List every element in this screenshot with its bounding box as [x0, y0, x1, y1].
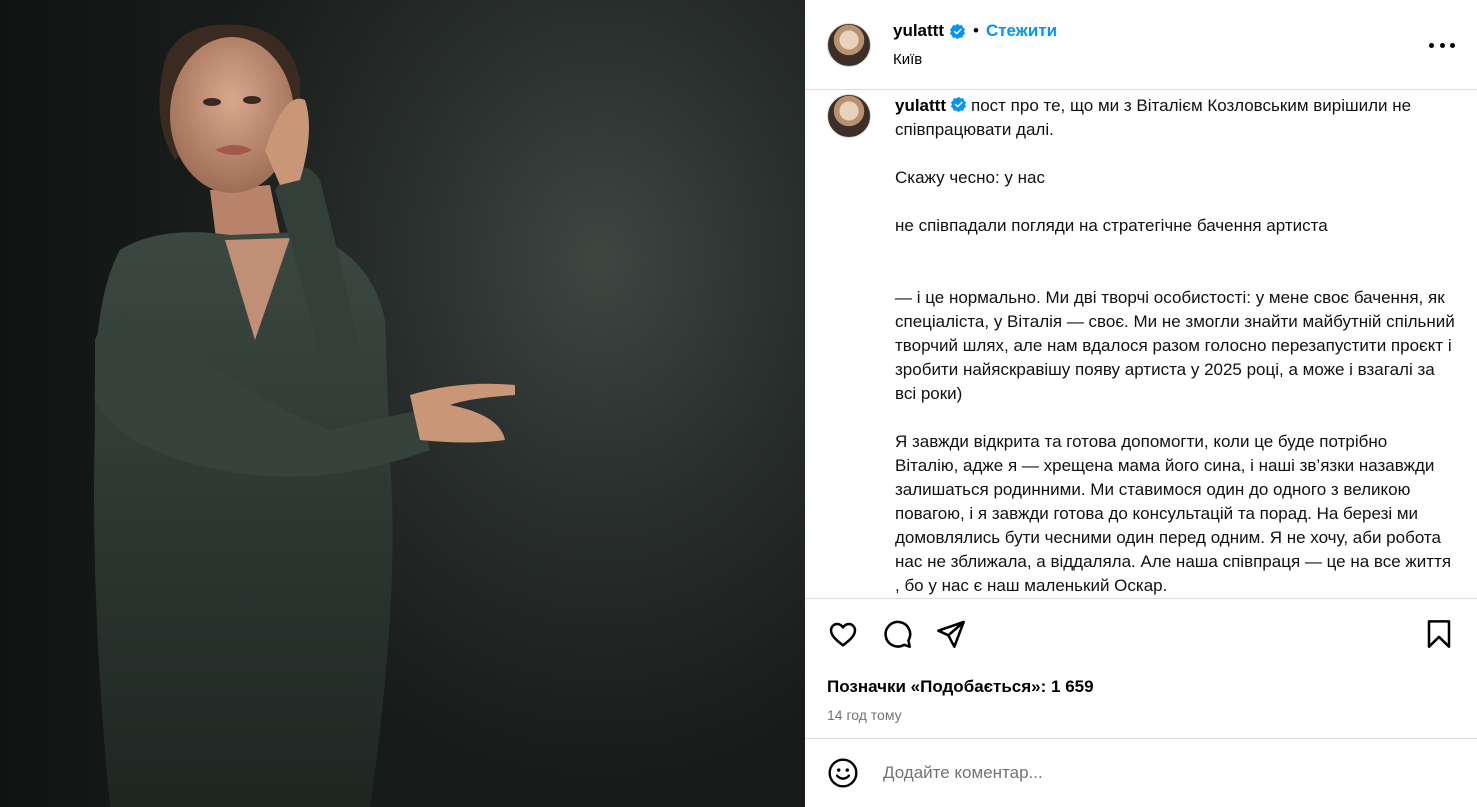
separator-dot: • [973, 21, 979, 40]
comment-input[interactable] [881, 762, 1405, 784]
bookmark-icon[interactable] [1423, 618, 1455, 650]
caption-username[interactable]: yulattt [895, 96, 946, 115]
follow-button[interactable]: Стежити [986, 21, 1057, 41]
likes-count[interactable]: Позначки «Подобається»: 1 659 [805, 677, 1477, 697]
verified-badge-icon [949, 23, 966, 39]
comments-section: yulattt пост про те, що ми з Віталієм Коз… [805, 90, 1477, 599]
more-options-icon[interactable] [1429, 34, 1455, 56]
post-photo[interactable] [0, 0, 805, 807]
caption-text: пост про те, що ми з Віталієм Козловськи… [895, 96, 1455, 595]
share-icon[interactable] [935, 618, 967, 650]
author-avatar[interactable] [827, 22, 871, 67]
verified-badge-icon [950, 96, 967, 113]
post-location[interactable]: Київ [893, 51, 1057, 68]
action-bar [805, 599, 1477, 669]
post-header: yulattt • Стежити Київ [805, 0, 1477, 90]
caption-author-avatar[interactable] [827, 94, 871, 138]
post-caption: yulattt пост про те, що ми з Віталієм Коз… [895, 90, 1455, 598]
post-details-panel: yulattt • Стежити Київ yulattt пост про т… [805, 0, 1477, 807]
photo-illustration [0, 0, 515, 807]
emoji-icon[interactable] [827, 757, 859, 789]
heart-icon[interactable] [827, 618, 859, 650]
post-modal: yulattt • Стежити Київ yulattt пост про т… [0, 0, 1477, 807]
author-username[interactable]: yulattt [893, 21, 944, 41]
post-timestamp[interactable]: 14 год тому [805, 707, 1477, 723]
caption-avatar-wrap [827, 94, 873, 140]
comment-icon[interactable] [881, 618, 913, 650]
add-comment-bar [805, 738, 1477, 807]
